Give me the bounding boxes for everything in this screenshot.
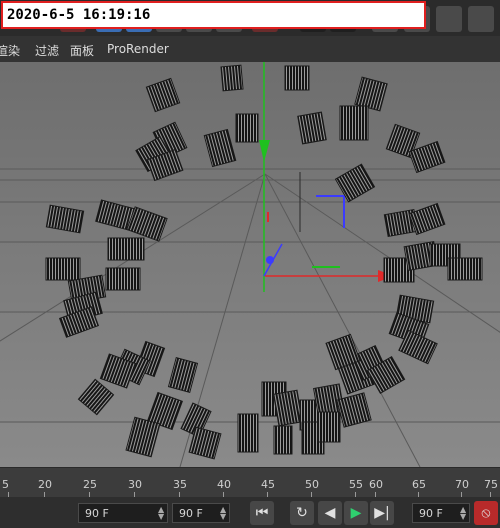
viewport-canvas	[0, 62, 500, 467]
spin-arrows-icon[interactable]: ▲ ▼	[220, 506, 226, 521]
ruler-tick-label: 20	[38, 478, 52, 491]
go-to-start-icon[interactable]: ⏮	[250, 501, 274, 525]
ruler-tick-label: 70	[455, 478, 469, 491]
ruler-tick-label: 40	[217, 478, 231, 491]
max-frame-value: 90 F	[179, 507, 203, 520]
camera-icon[interactable]	[436, 6, 462, 32]
ruler-tick-label: 75	[484, 478, 498, 491]
ruler-tick-label: 35	[173, 478, 187, 491]
ruler-tick-label: 55	[349, 478, 363, 491]
timestamp-text: 2020-6-5 16:19:16	[7, 7, 151, 23]
ruler-tick-label: 30	[128, 478, 142, 491]
menu-filter[interactable]: 过滤	[35, 42, 59, 59]
light-icon[interactable]	[468, 6, 494, 32]
3d-viewport[interactable]	[0, 62, 500, 467]
menu-render[interactable]: 渲染	[0, 42, 20, 59]
menu-prorender[interactable]: ProRender	[107, 42, 169, 56]
max-frame-field[interactable]: 90 F ▲ ▼	[172, 503, 230, 523]
menu-panel[interactable]: 面板	[70, 42, 94, 59]
spin-arrows-icon[interactable]: ▲ ▼	[460, 506, 466, 521]
current-frame-value: 90 F	[419, 507, 443, 520]
ruler-tick-label: 60	[369, 478, 383, 491]
ruler-tick-label: 5	[2, 478, 9, 491]
step-back-icon[interactable]: ◀	[318, 501, 342, 525]
record-icon[interactable]: ⦸	[474, 501, 498, 525]
playback-bar: 90 F ▲ ▼ 90 F ▲ ▼ ⏮ ↻ ◀ ▶ ▶| 90 F ▲ ▼ ⦸	[0, 497, 500, 528]
play-icon[interactable]: ▶	[344, 501, 368, 525]
ruler-tick-label: 50	[305, 478, 319, 491]
loop-icon[interactable]: ↻	[290, 501, 314, 525]
timestamp-overlay: 2020-6-5 16:19:16	[1, 1, 426, 29]
ruler-tick-label: 45	[261, 478, 275, 491]
min-frame-field[interactable]: 90 F ▲ ▼	[78, 503, 168, 523]
spin-arrows-icon[interactable]: ▲ ▼	[158, 506, 164, 521]
viewport-menubar: 渲染 过滤 面板 ProRender	[0, 36, 500, 63]
ruler-tick-label: 25	[83, 478, 97, 491]
timeline-ruler[interactable]: 5 20 25 30 35 40 45 50 55 60 65 70 75	[0, 467, 500, 498]
min-frame-value: 90 F	[85, 507, 109, 520]
current-frame-field[interactable]: 90 F ▲ ▼	[412, 503, 470, 523]
ruler-tick-label: 65	[412, 478, 426, 491]
step-forward-icon[interactable]: ▶|	[370, 501, 394, 525]
